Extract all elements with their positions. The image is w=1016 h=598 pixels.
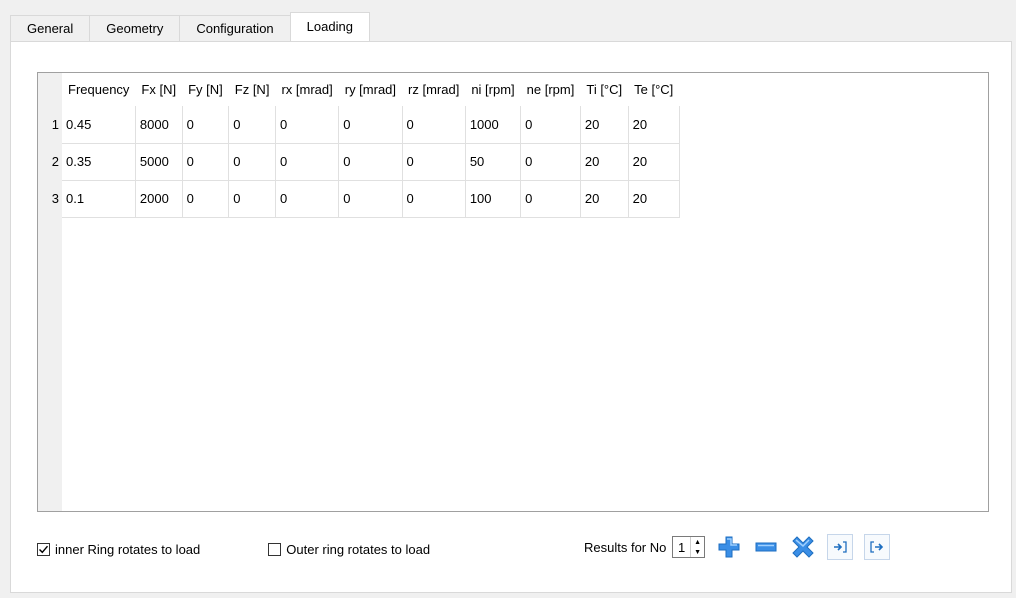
table-cell[interactable]: 0	[520, 180, 581, 218]
column-header-ry[interactable]: ry [mrad]	[338, 73, 403, 106]
column-header-ni[interactable]: ni [rpm]	[465, 73, 521, 106]
column-header-fy[interactable]: Fy [N]	[182, 73, 229, 106]
clear-table-button[interactable]	[790, 534, 816, 560]
table-cell[interactable]: 2000	[135, 180, 183, 218]
table-row: 1 0.45 8000 0 0 0 0 0 1000 0 20 20	[38, 106, 680, 144]
tab-geometry[interactable]: Geometry	[89, 15, 181, 41]
checkbox-box[interactable]	[37, 542, 50, 556]
import-button[interactable]	[827, 534, 854, 560]
table-cell[interactable]: 0	[402, 180, 466, 218]
spin-down-icon[interactable]: ▼	[691, 547, 705, 557]
x-icon	[792, 536, 815, 558]
table-cell[interactable]: 0.35	[62, 143, 136, 181]
results-label: Results for No	[584, 539, 667, 555]
checkbox-box[interactable]	[268, 542, 282, 556]
column-header-fx[interactable]: Fx [N]	[135, 73, 183, 106]
import-icon	[834, 541, 848, 553]
spin-arrows: ▲ ▼	[689, 537, 705, 557]
column-header-frequency[interactable]: Frequency	[62, 73, 136, 106]
results-toolbar: Results for No 1 ▲ ▼	[584, 533, 891, 561]
loading-table[interactable]: Frequency Fx [N] Fy [N] Fz [N] rx [mrad]…	[37, 72, 989, 512]
ring-options: inner Ring rotates to load Outer ring ro…	[37, 538, 430, 560]
spin-up-icon[interactable]: ▲	[691, 537, 705, 547]
table-cell[interactable]: 0	[228, 180, 276, 218]
table-cell[interactable]: 0	[402, 106, 466, 144]
corner-cell[interactable]	[38, 73, 62, 106]
minus-icon	[755, 542, 777, 552]
table-cell[interactable]: 0	[520, 106, 581, 144]
column-header-ne[interactable]: ne [rpm]	[520, 73, 581, 106]
tab-general[interactable]: General	[10, 15, 91, 41]
tab-bar: General Geometry Configuration Loading	[10, 12, 370, 41]
table-cell[interactable]: 0	[338, 106, 403, 144]
table-cell[interactable]: 20	[628, 106, 680, 144]
table-cell[interactable]: 0	[228, 106, 276, 144]
table-cell[interactable]: 1000	[465, 106, 522, 144]
table-cell[interactable]: 0	[182, 180, 230, 218]
header-row: Frequency Fx [N] Fy [N] Fz [N] rx [mrad]…	[38, 73, 680, 106]
table-cell[interactable]: 20	[628, 143, 680, 181]
inner-ring-checkbox[interactable]: inner Ring rotates to load	[37, 542, 200, 557]
loading-grid: Frequency Fx [N] Fy [N] Fz [N] rx [mrad]…	[38, 73, 680, 218]
column-header-fz[interactable]: Fz [N]	[228, 73, 276, 106]
table-row: 2 0.35 5000 0 0 0 0 0 50 0 20 20	[38, 143, 680, 181]
export-icon	[870, 541, 884, 553]
column-header-te[interactable]: Te [°C]	[628, 73, 680, 106]
tab-loading[interactable]: Loading	[289, 12, 370, 41]
table-cell[interactable]: 20	[580, 106, 629, 144]
export-button[interactable]	[864, 534, 891, 560]
table-cell[interactable]: 50	[465, 143, 522, 181]
table-cell[interactable]: 0	[402, 143, 466, 181]
column-header-ti[interactable]: Ti [°C]	[580, 73, 629, 106]
table-cell[interactable]: 0	[275, 106, 340, 144]
inner-ring-label: inner Ring rotates to load	[55, 541, 201, 557]
column-header-rx[interactable]: rx [mrad]	[275, 73, 339, 106]
column-header-rz[interactable]: rz [mrad]	[402, 73, 466, 106]
table-cell[interactable]: 0	[520, 143, 581, 181]
table-cell[interactable]: 0	[182, 106, 230, 144]
table-cell[interactable]: 0	[182, 143, 230, 181]
row-number[interactable]: 2	[38, 143, 62, 180]
results-number-spinbox[interactable]: 1 ▲ ▼	[672, 536, 706, 558]
remove-row-button[interactable]	[753, 534, 779, 560]
table-cell[interactable]: 0.45	[62, 106, 136, 144]
row-number[interactable]: 3	[38, 180, 62, 217]
check-icon	[39, 545, 49, 553]
table-cell[interactable]: 5000	[135, 143, 183, 181]
results-number-value[interactable]: 1	[673, 540, 689, 555]
table-cell[interactable]: 0	[275, 180, 340, 218]
table-cell[interactable]: 0.1	[62, 180, 136, 218]
table-cell[interactable]: 0	[228, 143, 276, 181]
row-number[interactable]: 1	[38, 106, 62, 143]
table-cell[interactable]: 20	[580, 180, 629, 218]
table-cell[interactable]: 0	[338, 180, 403, 218]
table-row: 3 0.1 2000 0 0 0 0 0 100 0 20 20	[38, 180, 680, 218]
table-cell[interactable]: 20	[628, 180, 680, 218]
tab-configuration[interactable]: Configuration	[179, 15, 291, 41]
table-cell[interactable]: 20	[580, 143, 629, 181]
table-cell[interactable]: 100	[465, 180, 522, 218]
table-cell[interactable]: 0	[275, 143, 340, 181]
outer-ring-label: Outer ring rotates to load	[286, 541, 431, 557]
table-cell[interactable]: 0	[338, 143, 403, 181]
outer-ring-checkbox[interactable]: Outer ring rotates to load	[268, 542, 430, 557]
plus-icon	[718, 536, 740, 558]
table-cell[interactable]: 8000	[135, 106, 183, 144]
add-row-button[interactable]	[716, 534, 742, 560]
